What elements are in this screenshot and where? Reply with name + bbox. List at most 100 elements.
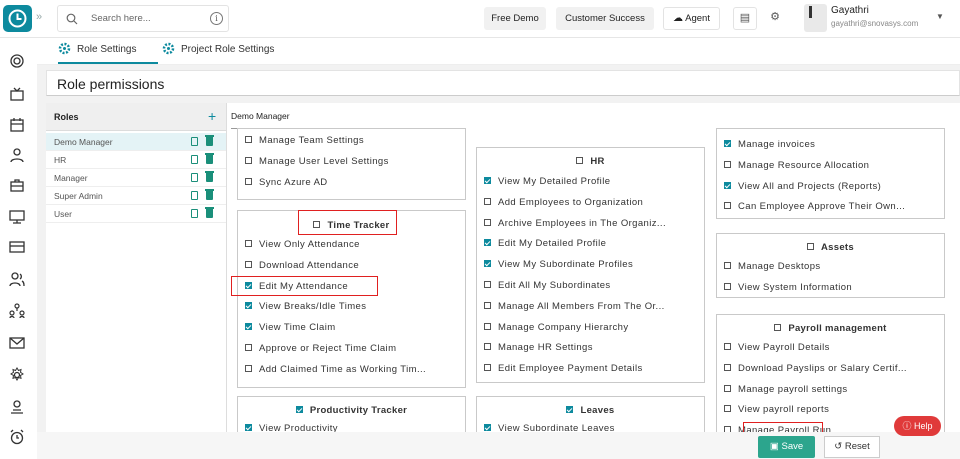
copy-icon[interactable] [191,155,198,164]
permission-item[interactable]: Manage payroll settings [724,384,848,395]
checkbox[interactable] [724,181,731,189]
document-icon[interactable]: ▤ [733,7,757,30]
expand-sidebar-icon[interactable]: » [36,11,42,23]
checkbox[interactable] [484,322,491,330]
mail-icon[interactable] [8,334,26,352]
permission-item[interactable]: Approve or Reject Time Claim [245,343,396,354]
search-box[interactable]: Search here... i [57,5,229,32]
card-title[interactable]: Leaves [477,405,704,416]
permission-item[interactable]: Manage Team Settings [245,135,364,146]
checkbox[interactable] [245,177,252,185]
checkbox[interactable] [484,177,491,184]
checkbox[interactable] [245,344,252,351]
calendar-icon[interactable] [8,116,26,134]
copy-icon[interactable] [191,209,198,218]
trash-icon[interactable] [205,153,214,164]
checkbox[interactable] [245,260,252,268]
monitor-icon[interactable] [8,208,26,226]
checkbox[interactable] [484,301,491,309]
copy-icon[interactable] [191,173,198,182]
checkbox[interactable] [576,157,584,164]
checkbox[interactable] [484,239,491,247]
permission-item[interactable]: View System Information [724,282,852,293]
free-demo-button[interactable]: Free Demo [484,7,546,30]
info-icon[interactable]: i [210,12,223,25]
org-chart-icon[interactable] [8,302,26,320]
briefcase-icon[interactable] [8,176,26,194]
permission-item[interactable]: Download Attendance [245,260,359,271]
permission-item[interactable]: Manage Desktops [724,261,821,272]
permission-item[interactable]: Download Payslips or Salary Certif... [724,363,907,374]
agent-button[interactable]: ☁ Agent [663,7,720,30]
permission-item[interactable]: View My Subordinate Profiles [484,259,633,270]
permission-item[interactable]: View Only Attendance [245,239,360,250]
checkbox[interactable] [484,218,491,226]
role-item[interactable]: HR [46,151,226,169]
checkbox[interactable] [807,243,815,250]
trash-icon[interactable] [205,189,214,200]
permission-item[interactable]: Edit All My Subordinates [484,280,611,291]
checkbox[interactable] [245,136,252,143]
app-logo[interactable] [3,5,32,32]
checkbox[interactable] [245,302,252,310]
trash-icon[interactable] [205,171,214,182]
user-icon[interactable] [8,146,26,164]
checkbox[interactable] [566,406,574,413]
permission-item[interactable]: Can Employee Approve Their Own... [724,201,905,212]
card-title[interactable]: Productivity Tracker [238,405,465,416]
permission-item[interactable]: Manage Company Hierarchy [484,322,629,333]
add-role-button[interactable]: + [208,108,216,124]
help-button[interactable]: ⓘ Help [894,416,941,436]
permission-item[interactable]: View Time Claim [245,322,336,333]
permission-item[interactable]: Manage All Members From The Or... [484,301,665,312]
checkbox[interactable] [724,140,731,147]
permission-item[interactable]: View Payroll Details [724,342,830,353]
checkbox[interactable] [245,323,252,331]
reset-button[interactable]: ↺ Reset [824,436,880,458]
trash-icon[interactable] [205,207,214,218]
permission-item[interactable]: Manage Resource Allocation [724,160,869,171]
permission-item[interactable]: Manage invoices [724,139,815,150]
checkbox[interactable] [774,324,782,331]
checkbox[interactable] [724,282,731,290]
permission-item[interactable]: Manage HR Settings [484,342,593,353]
dashboard-icon[interactable] [8,52,26,70]
tv-icon[interactable] [8,86,26,104]
copy-icon[interactable] [191,137,198,146]
permission-item[interactable]: View All and Projects (Reports) [724,181,881,192]
permission-item[interactable]: Sync Azure AD [245,177,328,188]
checkbox[interactable] [484,364,491,372]
checkbox[interactable] [724,343,731,350]
users-icon[interactable] [8,270,26,288]
checkbox[interactable] [724,160,731,168]
checkbox[interactable] [484,343,491,351]
profile-icon[interactable] [8,398,26,416]
role-item[interactable]: Super Admin [46,187,226,205]
customer-success-button[interactable]: Customer Success [556,7,654,30]
permission-item[interactable]: Add Employees to Organization [484,197,643,208]
save-button[interactable]: ▣ Save [758,436,815,458]
checkbox[interactable] [484,424,491,431]
permission-item[interactable]: View Breaks/Idle Times [245,301,366,312]
card-title[interactable]: Payroll management [717,323,944,334]
checkbox[interactable] [724,405,731,413]
permission-item[interactable]: View payroll reports [724,404,829,415]
checkbox[interactable] [245,364,252,372]
card-title[interactable]: Assets [717,242,944,253]
role-item[interactable]: User [46,205,226,223]
role-item[interactable]: Demo Manager [46,133,226,151]
gear-icon[interactable]: ⚙ [763,7,787,30]
checkbox[interactable] [724,384,731,392]
settings-icon[interactable] [8,366,26,384]
permission-item[interactable]: Edit My Detailed Profile [484,238,606,249]
checkbox[interactable] [724,262,731,269]
tab-role-settings[interactable]: Role Settings [58,38,158,64]
checkbox[interactable] [484,260,491,268]
permission-item[interactable]: Add Claimed Time as Working Tim... [245,364,426,375]
checkbox[interactable] [484,197,491,205]
copy-icon[interactable] [191,191,198,200]
checkbox[interactable] [484,281,491,288]
checkbox[interactable] [245,424,252,431]
role-item[interactable]: Manager [46,169,226,187]
alarm-icon[interactable] [8,428,26,446]
